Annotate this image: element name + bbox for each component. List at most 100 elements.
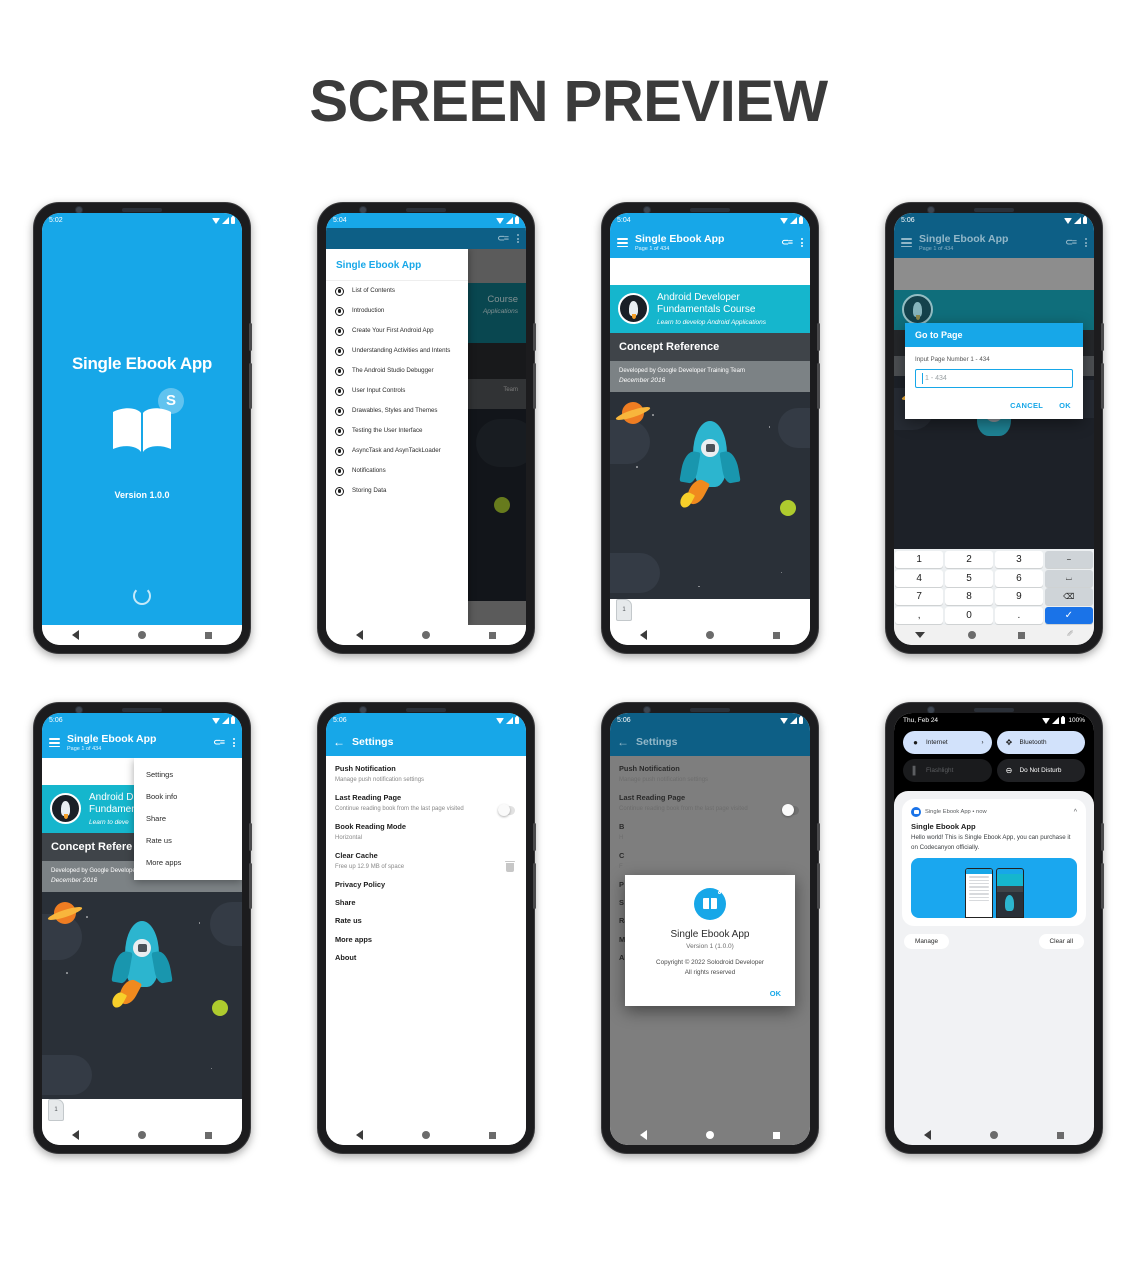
radio-icon[interactable] <box>335 326 344 336</box>
radio-icon[interactable] <box>335 486 344 496</box>
drawer-item[interactable]: Introduction <box>326 301 468 321</box>
menu-item-settings[interactable]: Settings <box>134 764 242 786</box>
key-9[interactable]: 9 <box>994 588 1044 605</box>
android-nav-bar[interactable]: ␥ <box>894 625 1094 645</box>
qs-tile-internet[interactable]: ● Internet › <box>903 731 992 754</box>
nav-recents-icon[interactable] <box>773 1131 781 1139</box>
nav-home-icon[interactable] <box>967 631 976 639</box>
nav-back-icon[interactable] <box>923 1130 931 1140</box>
nav-recents-icon[interactable] <box>773 631 781 639</box>
numeric-keypad[interactable]: 1 2 3 − 4 5 6 ⌴ 7 8 9 ⌫ , 0 . ✓ <box>894 549 1094 625</box>
menu-hamburger-icon[interactable] <box>617 238 628 248</box>
nav-hide-keyboard-icon[interactable] <box>915 632 926 638</box>
key-3[interactable]: 3 <box>994 551 1044 568</box>
nav-home-icon[interactable] <box>989 1131 998 1139</box>
go-to-page-icon[interactable]: ⊂≡ <box>497 233 509 244</box>
chevron-up-icon[interactable]: ^ <box>1074 809 1077 816</box>
nav-keyboard-switch-icon[interactable]: ␥ <box>1067 631 1073 639</box>
overflow-menu-icon[interactable] <box>233 738 235 748</box>
back-arrow-icon[interactable]: ← <box>617 736 629 748</box>
settings-item-about[interactable]: About <box>335 953 517 963</box>
drawer-item[interactable]: Testing the User Interface <box>326 421 468 441</box>
go-to-page-icon[interactable]: ⊂≡ <box>1065 237 1077 248</box>
settings-item-book-reading-mode[interactable]: Book Reading Mode Horizontal <box>335 822 517 843</box>
overflow-menu-icon[interactable] <box>801 238 803 248</box>
trash-icon[interactable] <box>505 860 515 873</box>
key-8[interactable]: 8 <box>944 588 994 605</box>
nav-recents-icon[interactable] <box>205 1131 213 1139</box>
menu-hamburger-icon[interactable] <box>49 738 60 748</box>
go-to-page-icon[interactable]: ⊂≡ <box>213 737 225 748</box>
nav-recents-icon[interactable] <box>1017 631 1025 639</box>
key-backspace-icon[interactable]: ⌫ <box>1044 588 1093 605</box>
settings-item-clear-cache[interactable]: Clear Cache Free up 12.9 MB of space <box>335 851 517 873</box>
nav-back-icon[interactable] <box>639 630 647 640</box>
about-ok-button[interactable]: OK <box>637 989 783 998</box>
radio-icon[interactable] <box>335 306 344 316</box>
drawer-item[interactable]: The Android Studio Debugger <box>326 361 468 381</box>
key-space[interactable]: ⌴ <box>1044 569 1093 587</box>
radio-icon[interactable] <box>335 366 344 376</box>
nav-back-icon[interactable] <box>355 630 363 640</box>
drawer-item[interactable]: User Input Controls <box>326 381 468 401</box>
nav-back-icon[interactable] <box>639 1130 647 1140</box>
nav-home-icon[interactable] <box>421 1131 430 1139</box>
menu-item-more-apps[interactable]: More apps <box>134 852 242 874</box>
drawer-item[interactable]: Drawables, Styles and Themes <box>326 401 468 421</box>
settings-item-privacy-policy[interactable]: Privacy Policy <box>335 880 517 890</box>
last-reading-page-toggle[interactable] <box>498 804 515 817</box>
radio-icon[interactable] <box>335 286 344 296</box>
key-0[interactable]: 0 <box>944 606 994 624</box>
settings-item-last-reading-page[interactable]: Last Reading Page Continue reading book … <box>335 793 517 817</box>
key-7[interactable]: 7 <box>895 588 944 605</box>
back-arrow-icon[interactable]: ← <box>333 736 345 748</box>
key-enter-icon[interactable]: ✓ <box>1044 606 1093 624</box>
menu-hamburger-icon[interactable] <box>901 238 912 248</box>
nav-home-icon[interactable] <box>421 631 430 639</box>
drawer-item[interactable]: Notifications <box>326 461 468 481</box>
cancel-button[interactable]: CANCEL <box>1010 401 1043 410</box>
radio-icon[interactable] <box>335 406 344 416</box>
key-4[interactable]: 4 <box>895 569 944 587</box>
clear-all-button[interactable]: Clear all <box>1038 934 1084 950</box>
menu-item-rate-us[interactable]: Rate us <box>134 830 242 852</box>
nav-back-icon[interactable] <box>71 1130 79 1140</box>
manage-button[interactable]: Manage <box>904 934 950 950</box>
radio-icon[interactable] <box>335 386 344 396</box>
settings-item-share[interactable]: Share <box>335 898 517 908</box>
nav-back-icon[interactable] <box>71 630 79 640</box>
android-nav-bar[interactable] <box>42 1125 242 1145</box>
radio-icon[interactable] <box>335 346 344 356</box>
drawer-item[interactable]: AsyncTask and AsynTackLoader <box>326 441 468 461</box>
key-6[interactable]: 6 <box>994 569 1044 587</box>
drawer-item[interactable]: List of Contents <box>326 281 468 301</box>
radio-icon[interactable] <box>335 466 344 476</box>
nav-home-icon[interactable] <box>137 1131 146 1139</box>
qs-tile-do-not-disturb[interactable]: ⊖ Do Not Disturb <box>996 759 1085 782</box>
key-1[interactable]: 1 <box>895 551 944 568</box>
nav-home-icon[interactable] <box>705 1131 714 1139</box>
android-nav-bar[interactable] <box>894 1125 1094 1145</box>
settings-item-push-notification[interactable]: Push Notification Manage push notificati… <box>335 764 517 785</box>
android-nav-bar[interactable] <box>610 625 810 645</box>
go-to-page-icon[interactable]: ⊂≡ <box>781 237 793 248</box>
android-nav-bar[interactable] <box>610 1125 810 1145</box>
android-nav-bar[interactable] <box>42 625 242 645</box>
overflow-menu-icon[interactable] <box>517 234 519 243</box>
nav-recents-icon[interactable] <box>205 631 213 639</box>
chevron-right-icon[interactable]: › <box>982 740 984 746</box>
nav-recents-icon[interactable] <box>489 1131 497 1139</box>
key-2[interactable]: 2 <box>944 551 994 568</box>
drawer-item[interactable]: Understanding Activities and Intents <box>326 341 468 361</box>
notification-card[interactable]: Single Ebook App • now ^ Single Ebook Ap… <box>902 799 1086 927</box>
settings-list[interactable]: Push Notification Manage push notificati… <box>326 756 526 1125</box>
drawer-item[interactable]: Storing Data <box>326 481 468 501</box>
settings-item-more-apps[interactable]: More apps <box>335 935 517 945</box>
qs-tile-flashlight[interactable]: ▌ Flashlight <box>903 759 992 782</box>
key-comma[interactable]: , <box>895 606 944 624</box>
key-5[interactable]: 5 <box>944 569 994 587</box>
nav-recents-icon[interactable] <box>1057 1131 1065 1139</box>
page-number-input[interactable]: 1 - 434 <box>915 368 1073 388</box>
page-number-tab[interactable]: 1 <box>616 599 632 621</box>
overflow-menu-icon[interactable] <box>1085 238 1087 248</box>
